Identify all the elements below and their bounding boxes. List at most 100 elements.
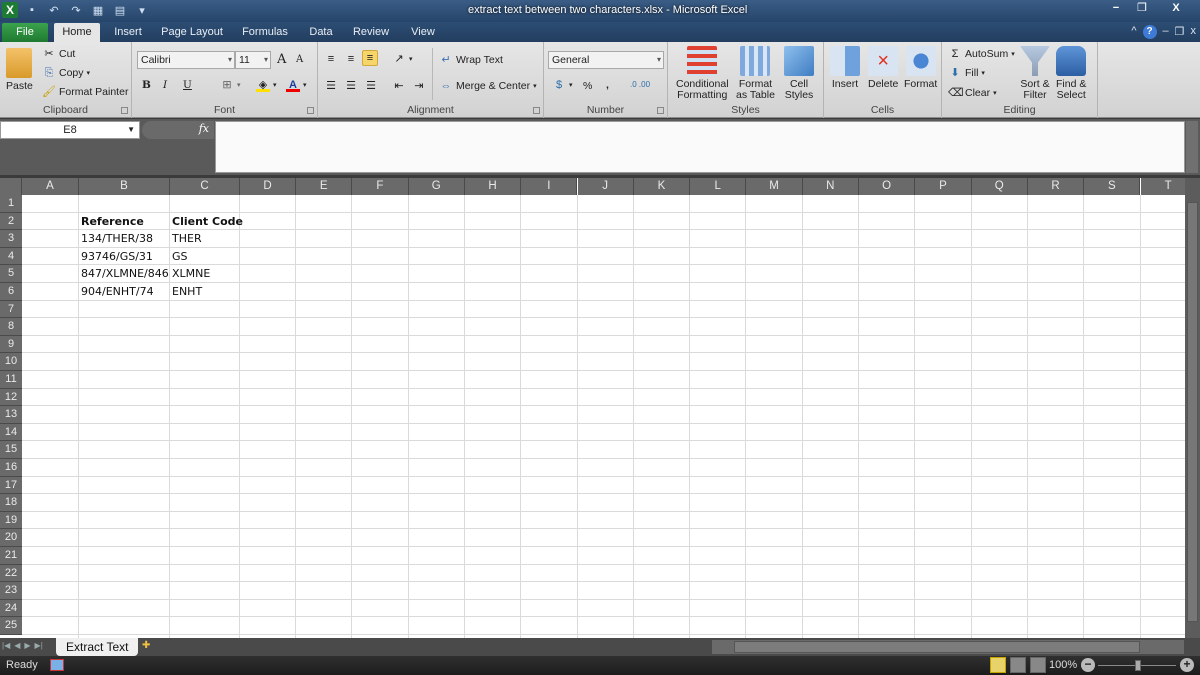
redo-icon[interactable]: ↷ bbox=[68, 2, 84, 18]
delete-cells-button[interactable]: × Delete bbox=[868, 46, 898, 90]
font-color-button[interactable]: A ▾ bbox=[286, 78, 307, 92]
row-header-17[interactable]: 17 bbox=[0, 476, 22, 495]
middle-align-button[interactable]: ≡ bbox=[344, 52, 358, 66]
autosum-button[interactable]: Σ AutoSum ▾ bbox=[948, 47, 1015, 61]
undo-icon[interactable]: ↶ bbox=[46, 2, 62, 18]
percent-button[interactable]: % bbox=[583, 80, 592, 92]
conditional-formatting-button[interactable]: Conditional Formatting bbox=[676, 46, 729, 101]
zoom-slider-thumb[interactable] bbox=[1135, 660, 1141, 671]
tab-review[interactable]: Review bbox=[348, 23, 394, 42]
cell-B4[interactable]: 93746/GS/31 bbox=[79, 248, 153, 266]
row-header-1[interactable]: 1 bbox=[0, 195, 22, 213]
grow-font-button[interactable]: A bbox=[277, 52, 286, 67]
row-header-25[interactable]: 25 bbox=[0, 617, 22, 635]
cut-button[interactable]: ✂ Cut bbox=[42, 47, 75, 61]
zoom-out-button[interactable]: − bbox=[1081, 658, 1095, 672]
vertical-scroll-thumb[interactable] bbox=[1187, 202, 1198, 622]
fill-button[interactable]: ⬇ Fill ▾ bbox=[948, 66, 985, 80]
clear-button[interactable]: ⌫ Clear ▾ bbox=[948, 86, 997, 100]
row-header-8[interactable]: 8 bbox=[0, 318, 22, 336]
tab-view[interactable]: View bbox=[402, 23, 444, 42]
font-name-select[interactable]: Calibri ▾ bbox=[137, 51, 235, 69]
row-header-6[interactable]: 6 bbox=[0, 283, 22, 301]
orientation-button[interactable]: ↗ ▾ bbox=[392, 52, 412, 66]
row-header-14[interactable]: 14 bbox=[0, 423, 22, 442]
cell-B5[interactable]: 847/XLMNE/846 bbox=[79, 265, 169, 283]
clipboard-launcher[interactable] bbox=[121, 107, 128, 114]
column-header-F[interactable]: F bbox=[352, 178, 409, 195]
alignment-launcher[interactable] bbox=[533, 107, 540, 114]
zoom-in-button[interactable]: + bbox=[1180, 658, 1194, 672]
number-launcher[interactable] bbox=[657, 107, 664, 114]
column-header-R[interactable]: R bbox=[1027, 178, 1085, 195]
bottom-align-button[interactable]: ≡ bbox=[362, 50, 378, 66]
next-sheet-icon[interactable]: ▶ bbox=[24, 641, 30, 650]
row-header-7[interactable]: 7 bbox=[0, 300, 22, 319]
row-header-12[interactable]: 12 bbox=[0, 388, 22, 407]
cell-B3[interactable]: 134/THER/38 bbox=[79, 230, 153, 248]
font-size-select[interactable]: 11 ▾ bbox=[235, 51, 271, 69]
prev-sheet-icon[interactable]: ◀ bbox=[14, 641, 20, 650]
cell-B6[interactable]: 904/ENHT/74 bbox=[79, 283, 154, 301]
align-left-button[interactable]: ☰ bbox=[324, 79, 338, 93]
font-launcher[interactable] bbox=[307, 107, 314, 114]
cell-styles-button[interactable]: Cell Styles bbox=[784, 46, 814, 101]
minimize-ribbon-icon[interactable]: ^ bbox=[1131, 25, 1136, 39]
paste-button[interactable]: Paste bbox=[6, 48, 33, 92]
italic-button[interactable]: I bbox=[163, 79, 167, 91]
format-icon[interactable]: ▤ bbox=[112, 2, 128, 18]
comma-button[interactable]: , bbox=[606, 79, 609, 91]
workbook-restore-icon[interactable]: ❐ bbox=[1175, 25, 1185, 39]
format-as-table-button[interactable]: Format as Table bbox=[736, 46, 775, 101]
format-painter-button[interactable]: 🖌 Format Painter bbox=[42, 85, 128, 99]
restore-button[interactable]: ❐ bbox=[1130, 0, 1154, 16]
column-header-G[interactable]: G bbox=[408, 178, 465, 195]
cell-C2[interactable]: Client Code bbox=[170, 213, 243, 231]
copy-button[interactable]: ⎘ Copy ▾ bbox=[42, 66, 90, 80]
page-break-view-button[interactable] bbox=[1030, 657, 1046, 673]
select-all-button[interactable] bbox=[0, 178, 22, 195]
print-preview-icon[interactable]: ▦ bbox=[90, 2, 106, 18]
tab-data[interactable]: Data bbox=[302, 23, 340, 42]
workbook-close-icon[interactable]: x bbox=[1191, 25, 1197, 39]
column-header-N[interactable]: N bbox=[802, 178, 859, 195]
row-header-9[interactable]: 9 bbox=[0, 335, 22, 354]
row-header-10[interactable]: 10 bbox=[0, 353, 22, 371]
row-header-4[interactable]: 4 bbox=[0, 247, 22, 266]
help-icon[interactable]: ? bbox=[1142, 25, 1157, 39]
name-box[interactable]: E8 ▼ bbox=[0, 121, 140, 139]
increase-indent-button[interactable]: ⇥ bbox=[412, 79, 426, 93]
row-header-13[interactable]: 13 bbox=[0, 406, 22, 424]
align-right-button[interactable]: ☰ bbox=[364, 79, 378, 93]
cell-B2[interactable]: Reference bbox=[79, 213, 144, 231]
normal-view-button[interactable] bbox=[990, 657, 1006, 673]
wrap-text-button[interactable]: ↵ Wrap Text bbox=[439, 53, 503, 67]
column-header-J[interactable]: J bbox=[577, 178, 634, 195]
row-header-22[interactable]: 22 bbox=[0, 564, 22, 583]
column-header-H[interactable]: H bbox=[464, 178, 522, 195]
sort-filter-button[interactable]: Sort & Filter bbox=[1020, 46, 1050, 101]
formula-bar-expand[interactable] bbox=[1186, 121, 1198, 173]
find-select-button[interactable]: Find & Select bbox=[1056, 46, 1086, 101]
underline-button[interactable]: U bbox=[183, 79, 192, 91]
fill-color-button[interactable]: ◈ ▾ bbox=[256, 78, 277, 92]
vertical-scrollbar[interactable] bbox=[1185, 178, 1200, 638]
cell-C3[interactable]: THER bbox=[170, 230, 202, 248]
decrease-indent-button[interactable]: ⇤ bbox=[392, 79, 406, 93]
row-header-3[interactable]: 3 bbox=[0, 230, 22, 248]
tab-insert[interactable]: Insert bbox=[106, 23, 150, 42]
increase-decimal-button[interactable]: .0 .00 bbox=[630, 80, 650, 89]
column-header-C[interactable]: C bbox=[170, 178, 240, 195]
format-cells-button[interactable]: Format bbox=[904, 46, 937, 90]
top-align-button[interactable]: ≡ bbox=[324, 52, 338, 66]
page-layout-view-button[interactable] bbox=[1010, 657, 1026, 673]
tab-home[interactable]: Home bbox=[54, 23, 100, 42]
row-header-16[interactable]: 16 bbox=[0, 459, 22, 477]
insert-worksheet-icon[interactable]: ✚ bbox=[142, 640, 160, 654]
bold-button[interactable]: B bbox=[142, 79, 151, 91]
column-header-E[interactable]: E bbox=[296, 178, 353, 195]
macro-record-icon[interactable] bbox=[50, 659, 64, 671]
insert-function-icon[interactable]: fx bbox=[199, 122, 209, 135]
column-header-D[interactable]: D bbox=[240, 178, 296, 195]
tab-page-layout[interactable]: Page Layout bbox=[156, 23, 228, 42]
